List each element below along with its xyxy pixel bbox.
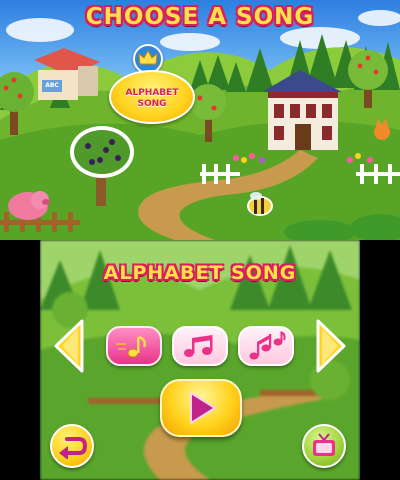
selected-song-bubble[interactable]: ALPHABET SONG	[109, 70, 195, 124]
song-tile-2[interactable]	[172, 326, 228, 366]
next-song-button[interactable]	[314, 318, 348, 374]
beamed-notes-icon	[249, 331, 286, 360]
play-icon	[190, 392, 216, 424]
back-button[interactable]	[50, 424, 94, 468]
arrow-right-icon	[316, 319, 346, 373]
previous-song-button[interactable]	[52, 318, 86, 374]
abc-sign: ABC	[45, 82, 59, 89]
song-title: ALPHABET SONG	[103, 262, 297, 284]
schoolhouse	[34, 48, 100, 100]
double-note-icon	[184, 335, 213, 357]
arrow-left-icon	[54, 319, 84, 373]
tv-icon	[313, 433, 335, 456]
selected-song-label: ALPHABET SONG	[125, 88, 179, 109]
tv-button[interactable]	[302, 424, 346, 468]
play-button[interactable]	[160, 379, 242, 437]
song-tile-3[interactable]	[238, 326, 294, 366]
bottom-screen: ALPHABET SONG	[40, 240, 360, 480]
crown-icon	[138, 49, 158, 65]
top-screen: ABC CHOOSE A SONG ALPHABET SONG	[0, 0, 400, 240]
return-arrow-icon	[59, 437, 87, 459]
meadow-scene	[0, 10, 400, 240]
page-title: CHOOSE A SONG	[85, 4, 315, 30]
song-tile-1[interactable]	[106, 326, 162, 366]
single-note-icon	[116, 335, 147, 358]
